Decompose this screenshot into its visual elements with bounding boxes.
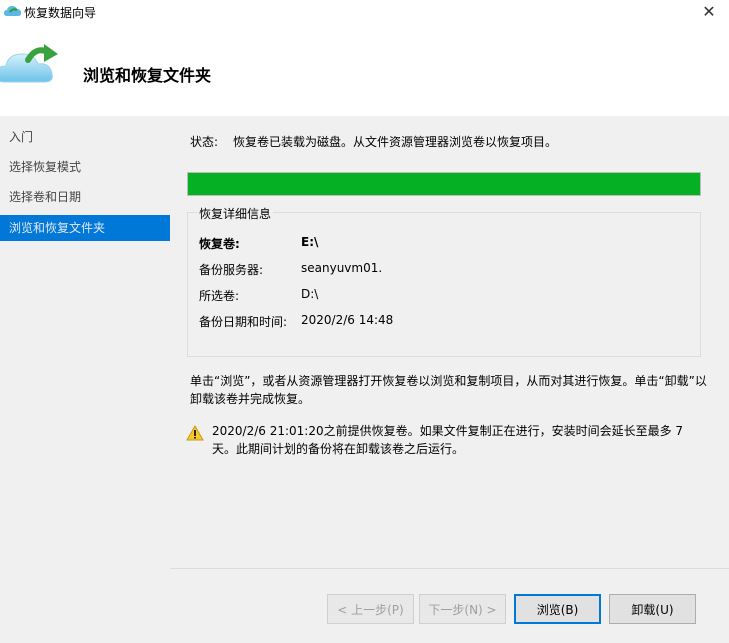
warning-icon bbox=[186, 425, 204, 441]
recovery-details-legend: 恢复详细信息 bbox=[197, 205, 274, 222]
detail-key: 备份日期和时间: bbox=[199, 315, 288, 329]
detail-value: 2020/2/6 14:48 bbox=[301, 313, 394, 327]
recovery-details-group: 恢复详细信息 恢复卷: E:\ 备份服务器: seanyuvm01. 所选卷: … bbox=[187, 205, 701, 357]
step-select-recovery-mode[interactable]: 选择恢复模式 bbox=[0, 154, 170, 180]
detail-value: D:\ bbox=[301, 287, 319, 301]
wizard-footer: < 上一步(P) 下一步(N) > 浏览(B) 卸载(U) bbox=[170, 568, 729, 643]
status-label: 状态: bbox=[190, 135, 219, 149]
close-button[interactable]: ✕ bbox=[689, 0, 729, 24]
warning-text: 2020/2/6 21:01:20之前提供恢复卷。如果文件复制正在进行，安装时间… bbox=[212, 424, 684, 456]
unmount-button[interactable]: 卸载(U) bbox=[609, 594, 696, 624]
wizard-header: 浏览和恢复文件夹 bbox=[0, 24, 729, 116]
page-heading: 浏览和恢复文件夹 bbox=[83, 66, 212, 85]
next-button[interactable]: 下一步(N) > bbox=[419, 594, 506, 624]
back-button[interactable]: < 上一步(P) bbox=[327, 594, 414, 624]
detail-value: E:\ bbox=[301, 235, 319, 249]
detail-key: 备份服务器: bbox=[199, 263, 264, 277]
detail-value: seanyuvm01. bbox=[301, 261, 383, 275]
step-select-volume-date[interactable]: 选择卷和日期 bbox=[0, 184, 170, 210]
instructions-text: 单击“浏览”，或者从资源管理器打开恢复卷以浏览和复制项目，从而对其进行恢复。单击… bbox=[190, 374, 707, 406]
status-text: 恢复卷已装载为磁盘。从文件资源管理器浏览卷以恢复项目。 bbox=[233, 135, 558, 149]
detail-key: 所选卷: bbox=[199, 289, 240, 303]
wizard-steps-sidebar: 入门 选择恢复模式 选择卷和日期 浏览和恢复文件夹 bbox=[0, 116, 170, 643]
progress-fill bbox=[188, 173, 700, 195]
azure-backup-icon bbox=[4, 6, 21, 16]
progress-bar bbox=[187, 172, 701, 196]
title-bar: 恢复数据向导 ✕ bbox=[0, 0, 729, 24]
main-panel: 状态: 恢复卷已装载为磁盘。从文件资源管理器浏览卷以恢复项目。 恢复详细信息 恢… bbox=[170, 116, 729, 568]
cloud-restore-icon bbox=[0, 44, 58, 83]
detail-key: 恢复卷: bbox=[199, 237, 240, 251]
window-title: 恢复数据向导 bbox=[24, 6, 97, 20]
browse-button[interactable]: 浏览(B) bbox=[514, 594, 601, 624]
step-getting-started[interactable]: 入门 bbox=[0, 124, 170, 150]
step-browse-recover-folders[interactable]: 浏览和恢复文件夹 bbox=[0, 215, 170, 241]
